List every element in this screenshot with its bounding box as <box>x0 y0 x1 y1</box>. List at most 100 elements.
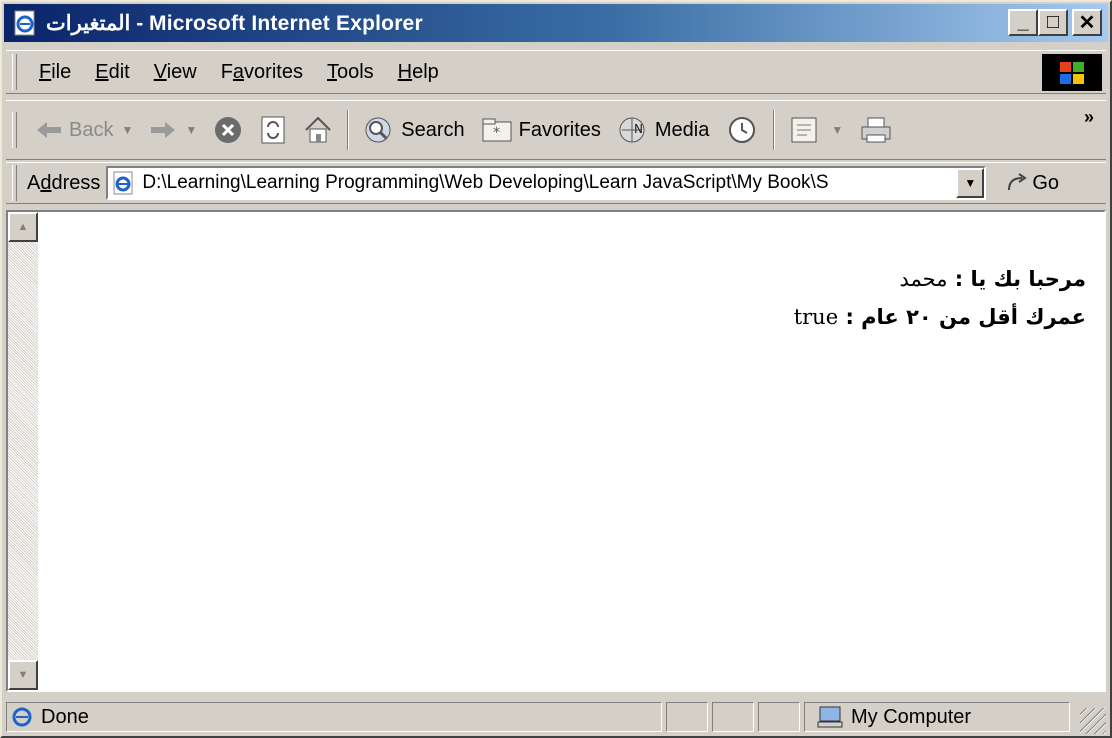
menu-edit-accel: E <box>95 60 109 83</box>
media-label: Media <box>654 118 710 141</box>
menu-help[interactable]: Help <box>386 61 451 84</box>
address-grip[interactable] <box>12 165 17 201</box>
stop-icon <box>215 117 242 143</box>
menu-edit[interactable]: Edit <box>83 61 141 84</box>
close-button[interactable]: ✕ <box>1072 9 1102 36</box>
address-input[interactable]: D:\Learning\Learning Programming\Web Dev… <box>106 166 987 200</box>
status-text: Done <box>41 705 89 728</box>
age-value: true <box>793 305 839 329</box>
print-button[interactable] <box>851 107 901 153</box>
refresh-icon <box>261 116 285 144</box>
toolbar-grip[interactable] <box>12 112 17 148</box>
refresh-button[interactable] <box>251 107 295 153</box>
back-arrow-icon <box>37 122 61 138</box>
status-cell-2 <box>712 702 754 732</box>
greeting-line: مرحبا بك يا : محمد <box>794 260 1086 298</box>
page-viewport: ▲ ▼ مرحبا بك يا : محمد عمرك أقل من ٢٠ عا… <box>6 210 1106 692</box>
address-label-pre: A <box>27 171 41 194</box>
menu-tools-label: ools <box>336 60 374 83</box>
toolbar-more-chevron[interactable]: » <box>1084 107 1094 128</box>
menu-help-label: elp <box>412 60 439 83</box>
menu-file[interactable]: File <box>27 61 83 84</box>
menu-help-accel: H <box>397 60 413 83</box>
svg-text:*: * <box>493 125 500 141</box>
print-icon <box>861 117 891 143</box>
menu-edit-label: dit <box>108 60 130 83</box>
vertical-scrollbar[interactable]: ▲ ▼ <box>8 212 38 690</box>
title-bar[interactable]: المتغيرات - Microsoft Internet Explorer … <box>4 4 1108 42</box>
computer-icon <box>817 706 843 728</box>
scroll-up-button[interactable]: ▲ <box>8 212 38 242</box>
forward-button[interactable]: ▼ <box>141 107 205 153</box>
greeting-label: مرحبا بك يا : <box>947 267 1086 291</box>
resize-grip[interactable] <box>1080 708 1106 734</box>
mail-dropdown-icon[interactable]: ▼ <box>831 123 843 137</box>
history-icon <box>729 117 756 143</box>
back-dropdown-icon[interactable]: ▼ <box>121 123 133 137</box>
title-arabic: المتغيرات <box>46 11 131 35</box>
menu-tools[interactable]: Tools <box>315 61 386 84</box>
menu-favorites-pre: F <box>220 60 233 83</box>
zone-label: My Computer <box>851 705 972 728</box>
security-zone-pane[interactable]: My Computer <box>804 702 1070 732</box>
address-label: Address <box>27 172 100 195</box>
address-label-accel: d <box>40 171 52 194</box>
status-main-pane: Done <box>6 702 662 732</box>
svg-text:N: N <box>634 122 643 136</box>
forward-arrow-icon <box>151 122 176 138</box>
home-button[interactable] <box>295 107 341 153</box>
go-label: Go <box>1032 171 1060 194</box>
ie-page-icon <box>113 171 133 195</box>
media-icon: N <box>619 117 645 143</box>
menu-view-accel: V <box>153 60 167 83</box>
go-arrow-icon <box>1008 173 1028 191</box>
maximize-button[interactable]: □ <box>1038 9 1068 36</box>
search-button[interactable]: Search <box>355 107 472 153</box>
title-app: - Microsoft Internet Explorer <box>130 11 423 35</box>
age-label: عمرك أقل من ٢٠ عام : <box>838 305 1086 329</box>
standard-toolbar: Back ▼ ▼ Search * Favorites N Media ▼ » <box>6 100 1106 160</box>
menu-favorites-accel: a <box>232 60 245 83</box>
minimize-button[interactable]: _ <box>1008 9 1038 36</box>
status-cell-1 <box>666 702 708 732</box>
home-icon <box>305 116 331 143</box>
back-button[interactable]: Back ▼ <box>27 107 141 153</box>
forward-dropdown-icon[interactable]: ▼ <box>185 123 197 137</box>
search-label: Search <box>401 118 465 141</box>
ie-page-icon <box>12 707 32 727</box>
window-title: المتغيرات - Microsoft Internet Explorer <box>46 11 423 36</box>
mail-button[interactable]: ▼ <box>781 107 851 153</box>
toolbar-separator-2 <box>773 110 776 150</box>
address-url[interactable]: D:\Learning\Learning Programming\Web Dev… <box>142 172 950 194</box>
page-content: مرحبا بك يا : محمد عمرك أقل من ٢٠ عام : … <box>794 260 1086 336</box>
search-icon <box>365 117 391 143</box>
menu-file-accel: F <box>39 60 52 83</box>
windows-logo-icon <box>1042 54 1102 91</box>
menu-view-label: iew <box>166 60 197 83</box>
favorites-button[interactable]: * Favorites <box>473 107 609 153</box>
window-controls: _ □ ✕ <box>1008 9 1102 36</box>
menu-favorites[interactable]: Favorites <box>209 61 315 84</box>
menu-bar: File Edit View Favorites Tools Help <box>6 50 1106 94</box>
menu-tools-accel: T <box>326 60 337 83</box>
back-label: Back <box>69 118 114 141</box>
media-button[interactable]: N Media <box>609 107 717 153</box>
favorites-label: Favorites <box>518 118 601 141</box>
go-button[interactable]: Go <box>1006 172 1059 195</box>
mail-icon <box>791 117 817 143</box>
ie-page-icon <box>14 10 35 36</box>
age-line: عمرك أقل من ٢٠ عام : true <box>794 298 1086 336</box>
stop-button[interactable] <box>205 107 251 153</box>
status-cell-3 <box>758 702 800 732</box>
favorites-icon: * <box>482 118 512 142</box>
menu-view[interactable]: View <box>142 61 209 84</box>
menu-file-label: ile <box>51 60 72 83</box>
toolbar-separator <box>347 110 350 150</box>
address-label-rest: dress <box>51 171 101 194</box>
menu-favorites-label: vorites <box>244 60 303 83</box>
address-bar: Address D:\Learning\Learning Programming… <box>6 162 1106 204</box>
address-dropdown-icon[interactable]: ▼ <box>956 168 985 198</box>
menu-grip[interactable] <box>12 54 17 90</box>
history-button[interactable] <box>717 107 767 153</box>
scroll-down-button[interactable]: ▼ <box>8 660 38 690</box>
